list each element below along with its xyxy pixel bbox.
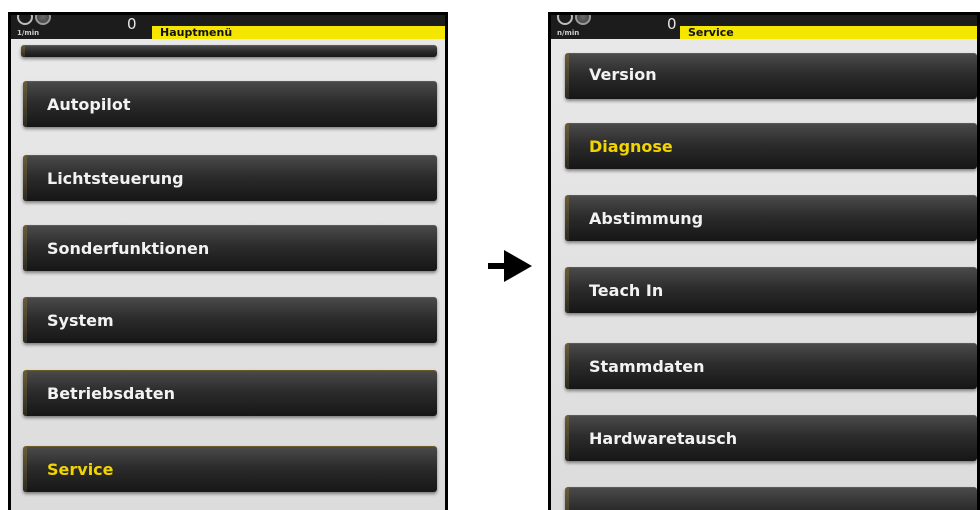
menu-item-label: Diagnose bbox=[589, 137, 673, 156]
menu-item-label: Teach In bbox=[589, 281, 664, 300]
menu-item-autopilot[interactable]: Autopilot bbox=[23, 81, 437, 127]
rpm-gauge: n/min bbox=[551, 15, 591, 39]
menu-item-system[interactable]: System bbox=[23, 297, 437, 343]
rpm-gauge: 1/min bbox=[11, 15, 51, 39]
menu-item-label: Hardwaretausch bbox=[589, 429, 738, 448]
menu-item-label: Service bbox=[47, 460, 114, 479]
menu-item-label: Version bbox=[589, 65, 657, 84]
menu-item-diagnose[interactable]: Diagnose bbox=[565, 123, 977, 169]
menu-item-version[interactable]: Version bbox=[565, 53, 977, 99]
indicator-light-icon bbox=[35, 15, 51, 25]
dial-icon bbox=[557, 15, 573, 25]
menu-item-teach-in[interactable]: Teach In bbox=[565, 267, 977, 313]
menu-item-sonderfunktionen[interactable]: Sonderfunktionen bbox=[23, 225, 437, 271]
rpm-unit: 1/min bbox=[17, 29, 40, 37]
menu-item-label: Betriebsdaten bbox=[47, 384, 176, 403]
right-arrow-icon bbox=[488, 250, 532, 282]
status-header: 1/min 0 Hauptmenü bbox=[11, 15, 445, 39]
menu-item-service[interactable]: Service bbox=[23, 446, 437, 492]
rpm-value: 0 bbox=[127, 15, 137, 33]
menu-item-label: Sonderfunktionen bbox=[47, 239, 210, 258]
rpm-unit: n/min bbox=[557, 29, 580, 37]
menu-item-partial[interactable] bbox=[21, 45, 437, 57]
menu-item-label: System bbox=[47, 311, 114, 330]
menu-item-label: Stammdaten bbox=[589, 357, 705, 376]
service-menu-screen: n/min 0 Service Version Diagnose Abstimm… bbox=[548, 12, 980, 510]
menu-item-lichtsteuerung[interactable]: Lichtsteuerung bbox=[23, 155, 437, 201]
page-title: Service bbox=[677, 26, 977, 39]
menu-item-betriebsdaten[interactable]: Betriebsdaten bbox=[23, 370, 437, 416]
rpm-value: 0 bbox=[667, 15, 677, 33]
menu-item-label: Autopilot bbox=[47, 95, 131, 114]
indicator-light-icon bbox=[575, 15, 591, 25]
menu-item-label: Lichtsteuerung bbox=[47, 169, 184, 188]
menu-item-label: Abstimmung bbox=[589, 209, 704, 228]
status-header: n/min 0 Service bbox=[551, 15, 977, 39]
menu-item-stammdaten[interactable]: Stammdaten bbox=[565, 343, 977, 389]
main-menu-screen: 1/min 0 Hauptmenü Autopilot Lichtsteueru… bbox=[8, 12, 448, 510]
menu-item-abstimmung[interactable]: Abstimmung bbox=[565, 195, 977, 241]
menu-item-hardwaretausch[interactable]: Hardwaretausch bbox=[565, 415, 977, 461]
page-title: Hauptmenü bbox=[149, 26, 445, 39]
dial-icon bbox=[17, 15, 33, 25]
